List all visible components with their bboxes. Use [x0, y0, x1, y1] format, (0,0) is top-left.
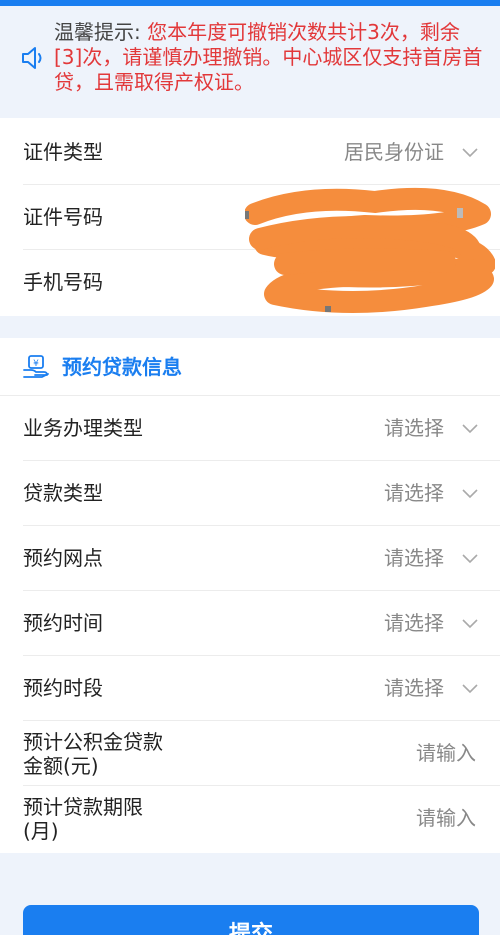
date-select[interactable]: 预约时间 请选择	[0, 591, 500, 656]
loan-section-header: ¥ 预约贷款信息	[0, 338, 500, 396]
chevron-down-icon	[462, 424, 478, 434]
redaction-scribble	[245, 187, 495, 314]
time-slot-select[interactable]: 预约时段 请选择	[0, 656, 500, 721]
id-type-label: 证件类型	[23, 140, 103, 164]
time-slot-value: 请选择	[384, 676, 444, 700]
loan-type-select[interactable]: 贷款类型 请选择	[0, 461, 500, 526]
loan-money-icon: ¥	[23, 355, 49, 378]
notice-banner: 温馨提示: 您本年度可撤销次数共计3次，剩余[3]次，请谨慎办理撤销。中心城区仅…	[0, 6, 500, 100]
chevron-down-icon	[462, 148, 478, 158]
chevron-down-icon	[462, 684, 478, 694]
chevron-down-icon	[462, 619, 478, 629]
id-type-row[interactable]: 证件类型 居民身份证	[0, 120, 500, 185]
branch-value: 请选择	[384, 546, 444, 570]
branch-label: 预约网点	[23, 546, 103, 570]
loan-info-card: ¥ 预约贷款信息 业务办理类型 请选择 贷款类型 请选择 预约网点 请选择 预约…	[0, 338, 500, 853]
business-type-select[interactable]: 业务办理类型 请选择	[0, 396, 500, 461]
loan-type-label: 贷款类型	[23, 481, 103, 505]
id-number-label: 证件号码	[23, 205, 103, 229]
loan-amount-input[interactable]: 请输入	[416, 721, 476, 786]
speaker-icon	[22, 47, 42, 69]
phone-label: 手机号码	[23, 270, 103, 294]
loan-type-value: 请选择	[384, 481, 444, 505]
loan-amount-label: 预计公积金贷款金额(元)	[23, 730, 163, 778]
date-value: 请选择	[384, 611, 444, 635]
id-type-value: 居民身份证	[344, 140, 444, 164]
chevron-down-icon	[462, 489, 478, 499]
notice-text: 温馨提示: 您本年度可撤销次数共计3次，剩余[3]次，请谨慎办理撤销。中心城区仅…	[54, 20, 484, 95]
notice-label: 温馨提示:	[54, 20, 141, 44]
svg-text:¥: ¥	[33, 359, 39, 369]
business-type-value: 请选择	[384, 416, 444, 440]
loan-term-row[interactable]: 预计贷款期限(月) 请输入	[0, 786, 500, 851]
business-type-label: 业务办理类型	[23, 416, 143, 440]
loan-term-input[interactable]: 请输入	[416, 786, 476, 851]
time-slot-label: 预约时段	[23, 676, 103, 700]
submit-button[interactable]: 提交	[23, 905, 479, 935]
chevron-down-icon	[462, 554, 478, 564]
branch-select[interactable]: 预约网点 请选择	[0, 526, 500, 591]
date-label: 预约时间	[23, 611, 103, 635]
loan-section-title: 预约贷款信息	[62, 355, 182, 379]
loan-amount-row[interactable]: 预计公积金贷款金额(元) 请输入	[0, 721, 500, 786]
loan-term-label: 预计贷款期限(月)	[23, 795, 143, 843]
